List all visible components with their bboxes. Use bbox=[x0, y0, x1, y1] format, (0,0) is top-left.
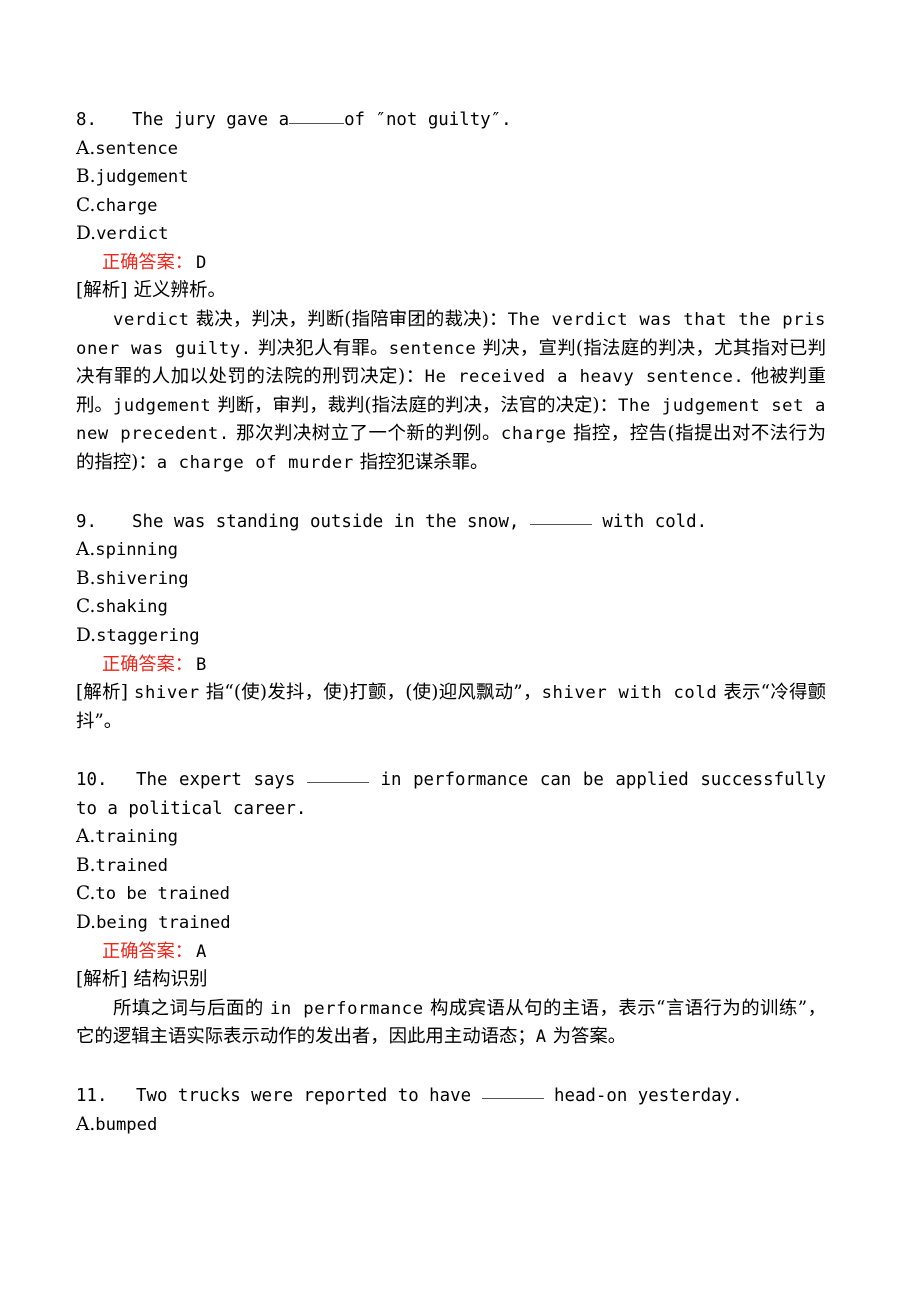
option-8-a[interactable]: A.sentence bbox=[76, 135, 826, 164]
option-9-c[interactable]: C.shaking bbox=[76, 593, 826, 622]
option-letter: C. bbox=[76, 883, 96, 905]
question-block-10: 10. The expert says in performance can be… bbox=[76, 766, 826, 1052]
explanation-tag: [解析] bbox=[76, 280, 128, 302]
option-8-d[interactable]: D.verdict bbox=[76, 220, 826, 249]
correct-answer-9: 正确答案： B bbox=[76, 651, 826, 680]
explanation-tag: [解析] bbox=[76, 969, 128, 991]
explanation-body-8: verdict 裁决，判决，判断(指陪审团的裁决)：The verdict wa… bbox=[76, 309, 826, 474]
correct-answer-10: 正确答案： A bbox=[76, 938, 826, 967]
option-10-b[interactable]: B.trained bbox=[76, 852, 826, 881]
question-number-8: 8. bbox=[76, 110, 97, 130]
explanation-body-10: 所填之词与后面的 in performance 构成宾语从句的主语，表示“言语行… bbox=[76, 997, 826, 1048]
question-stem-8: 8. The jury gave a of ″not guilty″. bbox=[76, 106, 826, 135]
explanation-heading: 近义辨析。 bbox=[133, 280, 226, 302]
question-number-9: 9. bbox=[76, 511, 97, 532]
block-gap bbox=[76, 1052, 826, 1082]
explanation-body-9: [解析] shiver 指“(使)发抖，使)打颤，(使)迎风飘动”，shiver… bbox=[76, 679, 826, 736]
question-stem-11-post: head-on yesterday. bbox=[554, 1086, 743, 1107]
option-letter: D. bbox=[76, 912, 97, 934]
option-letter: A. bbox=[76, 1113, 96, 1135]
option-letter: D. bbox=[76, 624, 97, 646]
document-content: 8. The jury gave a of ″not guilty″. A.sent… bbox=[76, 106, 826, 1139]
explanation-head-10: [解析] 结构识别 bbox=[76, 966, 826, 995]
option-text: sentence bbox=[95, 138, 179, 159]
option-8-b[interactable]: B.judgement bbox=[76, 163, 826, 192]
question-block-9: 9. She was standing outside in the snow, … bbox=[76, 508, 826, 737]
question-stem-8-pre: The jury gave a bbox=[132, 110, 290, 130]
explanation-head-8: [解析] 近义辨析。 bbox=[76, 277, 826, 306]
option-10-c[interactable]: C.to be trained bbox=[76, 880, 826, 909]
option-text: bumped bbox=[95, 1114, 158, 1135]
question-stem-11-pre: Two trucks were reported to have bbox=[136, 1086, 472, 1107]
option-text: verdict bbox=[96, 224, 169, 245]
explanation-tag: [解析] bbox=[76, 682, 128, 704]
question-stem-8-post: of ″not guilty″. bbox=[344, 110, 512, 130]
question-stem-11: 11. Two trucks were reported to have head… bbox=[76, 1082, 826, 1111]
explanation-heading: 结构识别 bbox=[133, 969, 208, 991]
answer-blank-8 bbox=[289, 123, 345, 124]
question-number-10: 10. bbox=[76, 770, 108, 791]
correct-answer-value: B bbox=[195, 654, 207, 675]
option-10-d[interactable]: D.being trained bbox=[76, 909, 826, 938]
option-text: to be trained bbox=[95, 884, 230, 905]
question-stem-10-pre: The expert says bbox=[136, 770, 296, 791]
option-text: shaking bbox=[95, 597, 168, 618]
question-stem-9: 9. She was standing outside in the snow, … bbox=[76, 508, 826, 537]
option-letter: B. bbox=[76, 166, 96, 188]
question-stem-9-pre: She was standing outside in the snow, bbox=[132, 511, 520, 532]
block-gap bbox=[76, 736, 826, 766]
option-letter: C. bbox=[76, 194, 96, 216]
option-letter: B. bbox=[76, 854, 96, 876]
document-page: 8. The jury gave a of ″not guilty″. A.sent… bbox=[0, 0, 920, 1302]
question-block-8: 8. The jury gave a of ″not guilty″. A.sent… bbox=[76, 106, 826, 478]
correct-answer-label: 正确答案： bbox=[102, 653, 193, 675]
option-letter: D. bbox=[76, 223, 97, 245]
question-stem-10: 10. The expert says in performance can be… bbox=[76, 766, 826, 823]
option-9-b[interactable]: B.shivering bbox=[76, 565, 826, 594]
option-letter: A. bbox=[76, 137, 96, 159]
option-text: charge bbox=[95, 195, 158, 216]
option-letter: B. bbox=[76, 567, 96, 589]
option-letter: A. bbox=[76, 826, 96, 848]
option-9-d[interactable]: D.staggering bbox=[76, 622, 826, 651]
answer-blank-11 bbox=[481, 1098, 544, 1100]
question-stem-9-post: with cold. bbox=[602, 511, 708, 532]
option-text: staggering bbox=[96, 625, 200, 646]
option-9-a[interactable]: A.spinning bbox=[76, 536, 826, 565]
option-11-a[interactable]: A.bumped bbox=[76, 1111, 826, 1140]
option-letter: C. bbox=[76, 596, 96, 618]
correct-answer-label: 正确答案： bbox=[102, 251, 193, 273]
correct-answer-value: D bbox=[195, 252, 207, 273]
correct-answer-label: 正确答案： bbox=[102, 940, 193, 962]
block-gap bbox=[76, 478, 826, 508]
answer-blank-10 bbox=[306, 782, 369, 784]
option-text: shivering bbox=[95, 568, 189, 589]
question-block-11: 11. Two trucks were reported to have head… bbox=[76, 1082, 826, 1139]
option-text: training bbox=[95, 827, 179, 848]
option-text: being trained bbox=[96, 913, 231, 934]
option-letter: A. bbox=[76, 539, 96, 561]
option-text: spinning bbox=[95, 540, 179, 561]
correct-answer-value: A bbox=[195, 941, 207, 962]
option-text: trained bbox=[95, 855, 168, 876]
option-10-a[interactable]: A.training bbox=[76, 823, 826, 852]
correct-answer-8: 正确答案： D bbox=[76, 249, 826, 278]
option-text: judgement bbox=[95, 167, 189, 188]
explanation-text: shiver 指“(使)发抖，使)打颤，(使)迎风飘动”，shiver with… bbox=[76, 682, 826, 732]
option-8-c[interactable]: C.charge bbox=[76, 192, 826, 221]
question-number-11: 11. bbox=[76, 1086, 108, 1107]
answer-blank-9 bbox=[529, 523, 592, 525]
